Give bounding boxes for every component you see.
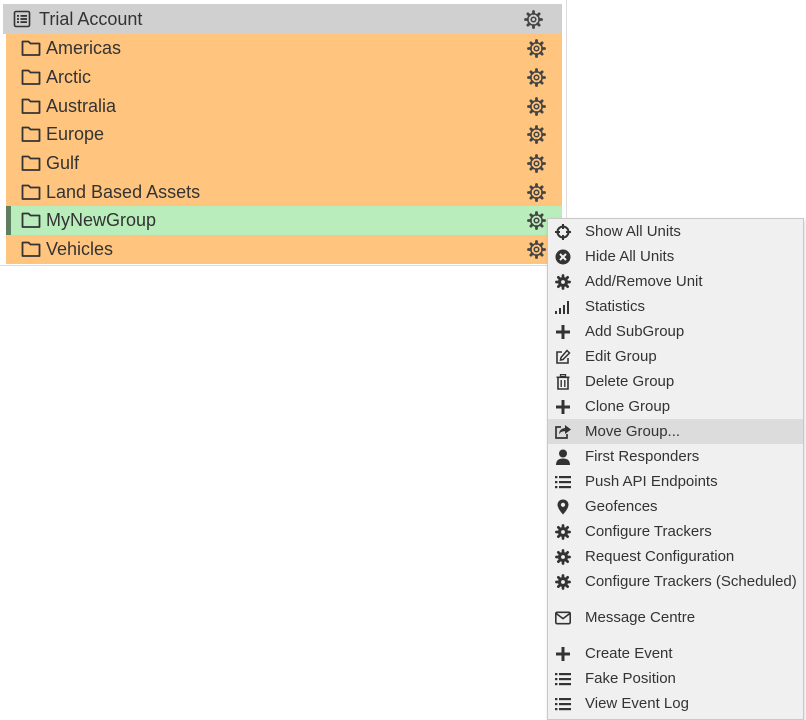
- cog-icon: [554, 523, 572, 541]
- folder-icon: [21, 210, 41, 230]
- tree-item-vehicles[interactable]: Vehicles: [6, 235, 562, 264]
- menu-item-add-subgroup[interactable]: Add SubGroup: [548, 319, 803, 344]
- list-icon: [554, 473, 572, 491]
- menu-item-label: Move Group...: [585, 423, 681, 440]
- tree-root-trial-account[interactable]: Trial Account: [3, 4, 562, 34]
- plus-icon: [554, 323, 572, 341]
- menu-item-request-configuration[interactable]: Request Configuration: [548, 544, 803, 569]
- cog-icon: [554, 273, 572, 291]
- menu-item-label: Push API Endpoints: [585, 473, 718, 490]
- tree-item-label: Gulf: [46, 153, 80, 173]
- cog-icon: [554, 573, 572, 591]
- menu-item-label: Add SubGroup: [585, 323, 685, 340]
- menu-item-configure-trackers[interactable]: Configure Trackers: [548, 519, 803, 544]
- edit-icon: [554, 348, 572, 366]
- tree-item-gulf[interactable]: Gulf: [6, 149, 562, 178]
- folder-icon: [21, 153, 41, 173]
- signal-bars-icon: [554, 298, 572, 316]
- gear-icon[interactable]: [527, 154, 546, 173]
- gear-icon[interactable]: [527, 183, 546, 202]
- menu-item-label: View Event Log: [585, 695, 689, 712]
- tree-item-americas[interactable]: Americas: [6, 34, 562, 63]
- menu-item-push-api-endpoints[interactable]: Push API Endpoints: [548, 469, 803, 494]
- menu-item-first-responders[interactable]: First Responders: [548, 444, 803, 469]
- tree-item-label: Europe: [46, 124, 105, 144]
- menu-item-label: Create Event: [585, 645, 673, 662]
- tree-item-label: MyNewGroup: [46, 210, 157, 230]
- menu-item-label: Fake Position: [585, 670, 676, 687]
- menu-item-label: Add/Remove Unit: [585, 273, 703, 290]
- gear-icon[interactable]: [527, 125, 546, 144]
- tree-item-mynewgroup[interactable]: MyNewGroup: [6, 206, 562, 235]
- crosshairs-icon: [554, 223, 572, 241]
- menu-item-label: Geofences: [585, 498, 658, 515]
- gear-icon[interactable]: [527, 97, 546, 116]
- folder-icon: [21, 182, 41, 202]
- share-icon: [554, 423, 572, 441]
- menu-item-label: Configure Trackers (Scheduled): [585, 573, 797, 590]
- tree-item-label: Vehicles: [46, 239, 114, 259]
- folder-icon: [21, 96, 41, 116]
- cog-icon: [554, 548, 572, 566]
- plus-icon: [554, 398, 572, 416]
- user-icon: [554, 448, 572, 466]
- gear-icon[interactable]: [527, 240, 546, 259]
- tree-item-label: Americas: [46, 38, 122, 58]
- menu-item-label: Clone Group: [585, 398, 671, 415]
- menu-item-label: Configure Trackers: [585, 523, 712, 540]
- group-context-menu: Show All Units Hide All Units Add/Remove…: [547, 218, 804, 720]
- list-icon: [12, 9, 32, 29]
- menu-item-edit-group[interactable]: Edit Group: [548, 344, 803, 369]
- menu-item-statistics[interactable]: Statistics: [548, 294, 803, 319]
- folder-icon: [21, 67, 41, 87]
- tree-item-label: Arctic: [46, 67, 91, 87]
- folder-icon: [21, 239, 41, 259]
- times-circle-icon: [554, 248, 572, 266]
- envelope-icon: [554, 609, 572, 627]
- menu-item-hide-all-units[interactable]: Hide All Units: [548, 244, 803, 269]
- menu-item-label: Statistics: [585, 298, 646, 315]
- folder-icon: [21, 124, 41, 144]
- menu-item-label: Edit Group: [585, 348, 657, 365]
- menu-item-create-event[interactable]: Create Event: [548, 641, 803, 666]
- plus-icon: [554, 645, 572, 663]
- map-marker-icon: [554, 498, 572, 516]
- folder-icon: [21, 38, 41, 58]
- menu-item-label: First Responders: [585, 448, 700, 465]
- list-icon: [554, 670, 572, 688]
- gear-icon[interactable]: [524, 10, 543, 29]
- gear-icon[interactable]: [527, 39, 546, 58]
- menu-item-fake-position[interactable]: Fake Position: [548, 666, 803, 691]
- group-tree-panel: Trial Account Americas Arctic Australia …: [0, 0, 567, 266]
- menu-item-delete-group[interactable]: Delete Group: [548, 369, 803, 394]
- menu-item-show-all-units[interactable]: Show All Units: [548, 219, 803, 244]
- tree-item-australia[interactable]: Australia: [6, 92, 562, 121]
- tree-item-label: Land Based Assets: [46, 182, 201, 202]
- tree-root-label: Trial Account: [39, 8, 143, 29]
- menu-item-label: Message Centre: [585, 609, 696, 626]
- menu-item-label: Show All Units: [585, 223, 681, 240]
- tree-item-label: Australia: [46, 96, 117, 116]
- menu-item-message-centre[interactable]: Message Centre: [548, 605, 803, 630]
- menu-item-label: Hide All Units: [585, 248, 675, 265]
- menu-item-label: Delete Group: [585, 373, 675, 390]
- menu-item-label: Request Configuration: [585, 548, 735, 565]
- menu-item-move-group[interactable]: Move Group...: [548, 419, 803, 444]
- menu-item-add-remove-unit[interactable]: Add/Remove Unit: [548, 269, 803, 294]
- menu-item-geofences[interactable]: Geofences: [548, 494, 803, 519]
- trash-icon: [554, 373, 572, 391]
- gear-icon[interactable]: [527, 211, 546, 230]
- tree-item-land-based-assets[interactable]: Land Based Assets: [6, 178, 562, 207]
- menu-item-view-event-log[interactable]: View Event Log: [548, 691, 803, 716]
- list-icon: [554, 695, 572, 713]
- tree-item-arctic[interactable]: Arctic: [6, 63, 562, 92]
- gear-icon[interactable]: [527, 68, 546, 87]
- tree-item-europe[interactable]: Europe: [6, 120, 562, 149]
- menu-item-clone-group[interactable]: Clone Group: [548, 394, 803, 419]
- menu-item-configure-trackers-scheduled[interactable]: Configure Trackers (Scheduled): [548, 569, 803, 594]
